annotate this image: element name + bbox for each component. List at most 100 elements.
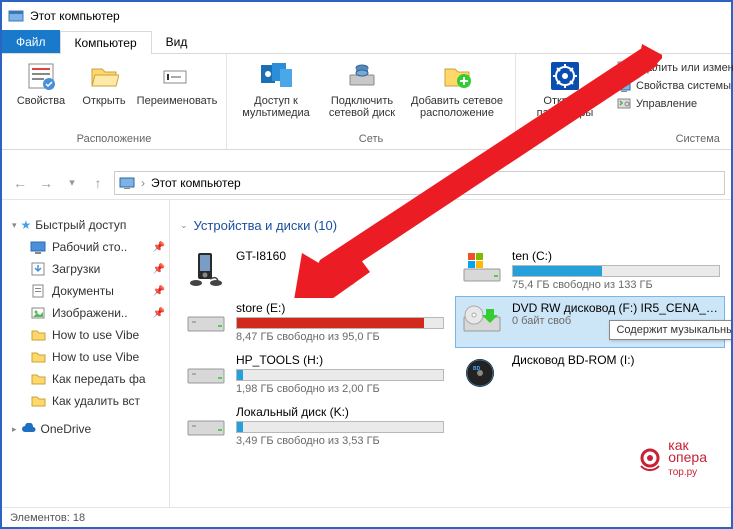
drive-icon <box>184 405 228 445</box>
sidebar-item[interactable]: Документы📌 <box>12 280 165 302</box>
drive-free: 75,4 ГБ свободно из 133 ГБ <box>512 279 720 291</box>
drive-name: ten (C:) <box>512 249 720 263</box>
drive-name: DVD RW дисковод (F:) IR5_CENA_X64FREV_RU… <box>512 301 720 315</box>
properties-icon <box>25 60 57 92</box>
rename-icon <box>161 60 193 92</box>
media-label: Доступ к мультимедиа <box>235 95 317 119</box>
settings-label: Открыть параметры <box>524 95 606 119</box>
drive-name: store (E:) <box>236 301 444 315</box>
cloud-icon <box>21 423 37 435</box>
sidebar-item[interactable]: Как передать фа <box>12 368 165 390</box>
drive-name: HP_TOOLS (H:) <box>236 353 444 367</box>
sidebar-item[interactable]: Загрузки📌 <box>12 258 165 280</box>
watermark-text: как опера тор.ру <box>668 439 707 477</box>
quick-access-label: Быстрый доступ <box>35 218 126 232</box>
window-title: Этот компьютер <box>30 9 120 23</box>
pin-icon: 📌 <box>153 286 165 297</box>
devices-category[interactable]: ⌄ Устройства и диски (10) <box>180 218 727 233</box>
drive-name: Дисковод BD-ROM (I:) <box>512 353 720 367</box>
drive-name: Локальный диск (K:) <box>236 405 444 419</box>
address-path: Этот компьютер <box>151 176 241 190</box>
capacity-bar <box>236 369 444 381</box>
pictures-icon <box>30 305 46 321</box>
ribbon-group-network: Доступ к мультимедиа Подключить сетевой … <box>227 54 516 149</box>
map-drive-button[interactable]: Подключить сетевой диск <box>321 58 403 119</box>
drive-free: 1,98 ГБ свободно из 2,00 ГБ <box>236 383 444 395</box>
svg-text:BD: BD <box>473 366 481 372</box>
folder-icon <box>30 393 46 409</box>
watermark-icon <box>636 444 664 472</box>
tab-computer[interactable]: Компьютер <box>60 31 152 54</box>
properties-button[interactable]: Свойства <box>10 58 72 107</box>
sidebar-item[interactable]: How to use Vibe <box>12 324 165 346</box>
add-net-location-button[interactable]: Добавить сетевое расположение <box>407 58 507 119</box>
settings-icon <box>549 60 581 92</box>
desktop-icon <box>30 239 46 255</box>
sidebar-item[interactable]: Изображени..📌 <box>12 302 165 324</box>
drive-icon <box>460 249 504 289</box>
rename-label: Переименовать <box>137 95 218 107</box>
sidebar-item[interactable]: How to use Vibe <box>12 346 165 368</box>
properties-label: Свойства <box>17 95 65 107</box>
manage-item[interactable]: Управление <box>616 96 733 112</box>
quick-access-header[interactable]: ▾ ★ Быстрый доступ <box>12 218 165 232</box>
address-bar[interactable]: › Этот компьютер <box>114 171 725 195</box>
nav-forward[interactable]: → <box>34 171 58 195</box>
uninstall-icon <box>616 60 632 76</box>
group-network-label: Сеть <box>235 131 507 147</box>
uninstall-item[interactable]: Удалить или измени <box>616 60 733 76</box>
nav-back[interactable]: ← <box>8 171 32 195</box>
capacity-bar <box>236 421 444 433</box>
add-net-icon <box>441 60 473 92</box>
add-net-label: Добавить сетевое расположение <box>407 95 507 119</box>
sidebar-item-label: Рабочий сто.. <box>52 240 127 254</box>
drive-item[interactable]: HP_TOOLS (H:) 1,98 ГБ свободно из 2,00 ГБ <box>180 349 448 399</box>
sysprops-label: Свойства системы <box>636 80 731 92</box>
tooltip-text: Содержит музыкальны <box>616 324 731 336</box>
drive-item[interactable]: Локальный диск (K:) 3,49 ГБ свободно из 3… <box>180 401 448 451</box>
title-bar: Этот компьютер <box>2 2 731 30</box>
sidebar-item-label: How to use Vibe <box>52 328 139 342</box>
drive-icon <box>460 301 504 341</box>
sidebar-item[interactable]: Как удалить вст <box>12 390 165 412</box>
manage-icon <box>616 96 632 112</box>
nav-recent[interactable]: ▾ <box>60 171 84 195</box>
tab-file[interactable]: Файл <box>2 30 60 53</box>
drive-free: 3,49 ГБ свободно из 3,53 ГБ <box>236 435 444 447</box>
media-access-button[interactable]: Доступ к мультимедиа <box>235 58 317 119</box>
open-icon <box>88 60 120 92</box>
drive-item[interactable]: GT-I8160 <box>180 245 448 295</box>
sidebar-item-label: How to use Vibe <box>52 350 139 364</box>
open-settings-button[interactable]: Открыть параметры <box>524 58 606 119</box>
uninstall-label: Удалить или измени <box>636 62 733 74</box>
pc-icon <box>119 175 135 191</box>
sysprops-item[interactable]: Свойства системы <box>616 78 733 94</box>
nav-up[interactable]: ↑ <box>86 171 110 195</box>
sidebar-item[interactable]: Рабочий сто..📌 <box>12 236 165 258</box>
drive-icon: BD <box>460 353 504 393</box>
group-location-label: Расположение <box>10 131 218 147</box>
tooltip: Содержит музыкальны <box>609 320 731 340</box>
category-label: Устройства и диски (10) <box>194 218 338 233</box>
drive-item[interactable]: BD Дисковод BD-ROM (I:) <box>456 349 724 399</box>
rename-button[interactable]: Переименовать <box>136 58 218 107</box>
sidebar-item-label: Как удалить вст <box>52 394 140 408</box>
onedrive-header[interactable]: ▸ OneDrive <box>12 422 165 436</box>
drive-icon <box>184 301 228 341</box>
folder-icon <box>30 327 46 343</box>
open-button[interactable]: Открыть <box>76 58 132 107</box>
drive-item[interactable]: ten (C:) 75,4 ГБ свободно из 133 ГБ <box>456 245 724 295</box>
drive-icon <box>184 249 228 289</box>
ribbon-group-system: Открыть параметры Удалить или измени Сво… <box>516 54 733 149</box>
ribbon-tabs: Файл Компьютер Вид <box>2 30 731 54</box>
onedrive-label: OneDrive <box>41 422 92 436</box>
media-icon <box>260 60 292 92</box>
watermark: как опера тор.ру <box>636 439 707 477</box>
folder-icon <box>30 349 46 365</box>
tab-view[interactable]: Вид <box>152 30 202 53</box>
manage-label: Управление <box>636 98 697 110</box>
ribbon: Свойства Открыть Переименовать Расположе… <box>2 54 731 150</box>
sidebar-item-label: Как передать фа <box>52 372 146 386</box>
map-drive-label: Подключить сетевой диск <box>321 95 403 119</box>
drive-item[interactable]: store (E:)8,47 ГБ свободно из 95,0 ГБ <box>180 297 448 347</box>
